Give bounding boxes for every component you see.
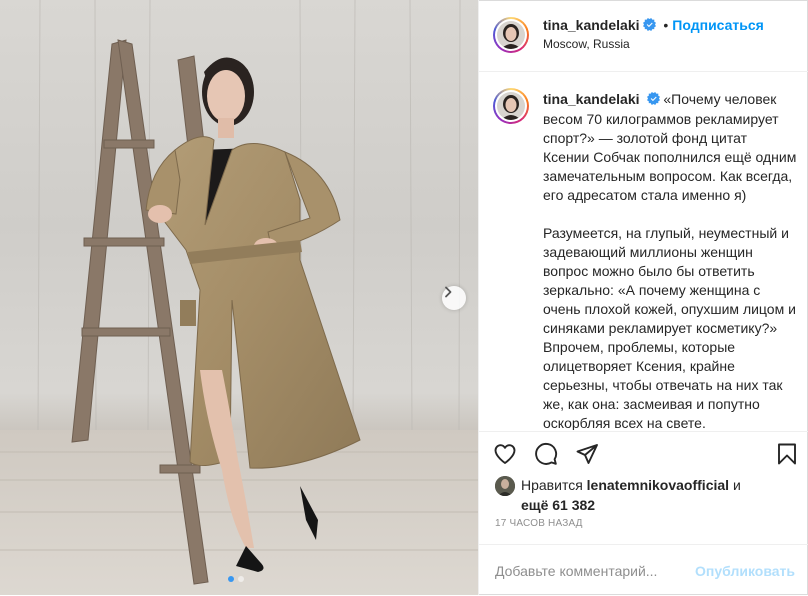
header-text: tina_kandelaki • Подписаться Moscow, Russ… [543, 17, 764, 51]
caption-avatar-image [497, 92, 525, 120]
post-photo[interactable] [0, 0, 478, 595]
post-timestamp[interactable]: 17 ЧАСОВ НАЗАД [495, 518, 583, 529]
carousel-dot [238, 576, 244, 582]
comment-input[interactable] [495, 560, 695, 582]
caption-text: tina_kandelaki «Почему человек весом 70 … [543, 90, 797, 430]
post-photo-illustration [0, 0, 478, 595]
header-username[interactable]: tina_kandelaki [543, 17, 640, 33]
heart-icon [494, 444, 516, 464]
liker-avatar[interactable] [495, 476, 515, 497]
avatar-image [497, 21, 525, 49]
liker-username[interactable]: lenatemnikovaofficial [587, 477, 729, 493]
caption-username[interactable]: tina_kandelaki [543, 91, 640, 107]
post-header: tina_kandelaki • Подписаться Moscow, Russ… [479, 0, 808, 72]
caption-area: tina_kandelaki «Почему человек весом 70 … [479, 72, 808, 430]
share-button[interactable] [575, 442, 601, 468]
like-button[interactable] [493, 442, 519, 468]
save-button[interactable] [775, 442, 801, 468]
follow-button[interactable]: Подписаться [672, 17, 764, 33]
comment-button[interactable] [534, 442, 560, 468]
header-separator: • [663, 17, 669, 33]
paper-plane-icon [576, 444, 598, 464]
chevron-right-icon [445, 286, 452, 298]
action-bar [479, 431, 808, 482]
post-side-panel: tina_kandelaki • Подписаться Moscow, Russ… [478, 0, 808, 595]
avatar[interactable] [493, 17, 529, 53]
carousel-dot-active [228, 576, 234, 582]
publish-comment-button[interactable]: Опубликовать [695, 563, 795, 579]
caption-body: «Почему человек весом 70 килограммов рек… [543, 91, 797, 430]
comment-icon [535, 443, 558, 465]
comment-bar: Опубликовать [479, 544, 808, 596]
likes-count-link[interactable]: ещё 61 382 [521, 497, 595, 513]
carousel-indicator [228, 576, 244, 582]
likes-prefix: Нравится [521, 477, 583, 493]
likes-summary: Нравится lenatemnikovaofficial и ещё 61 … [495, 476, 795, 515]
likes-connector: и [732, 477, 741, 493]
caption-avatar[interactable] [493, 88, 529, 124]
verified-badge-icon [642, 18, 656, 34]
location-link[interactable]: Moscow, Russia [543, 37, 764, 51]
bookmark-icon [778, 443, 796, 465]
verified-badge-icon [646, 91, 660, 110]
carousel-next-button[interactable] [442, 286, 466, 310]
